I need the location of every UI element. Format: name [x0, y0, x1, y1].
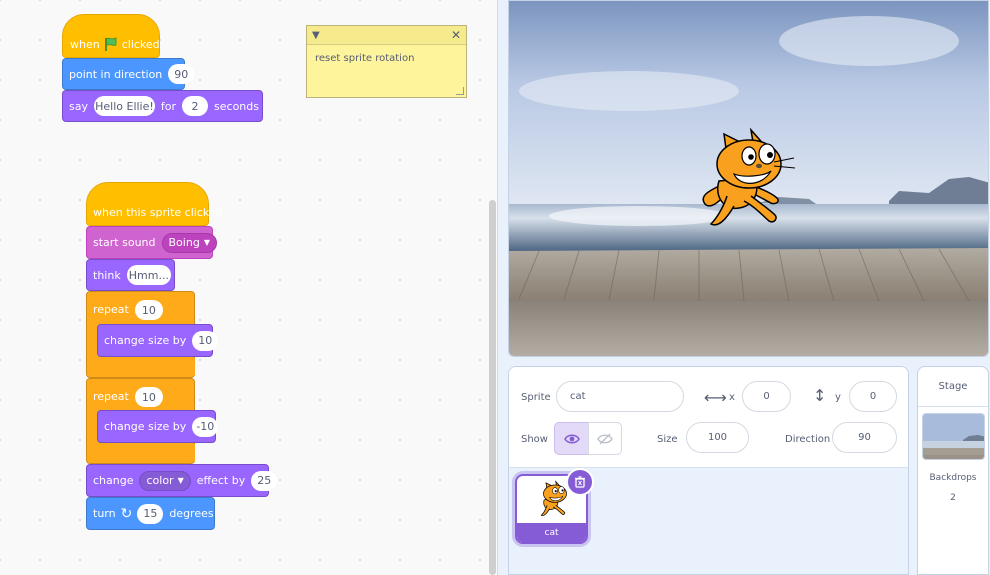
seconds-label: seconds — [214, 99, 259, 113]
y-label: y — [835, 392, 841, 403]
stage-pane-title: Stage — [918, 367, 988, 407]
change-size-label: change size by — [104, 334, 187, 347]
change-size-block[interactable]: change size by -10 — [97, 410, 219, 443]
delete-sprite-button[interactable] — [566, 468, 594, 496]
say-label: say — [69, 99, 88, 113]
show-label: Show — [521, 434, 548, 445]
comment-bar[interactable]: ▼ ✕ — [307, 26, 466, 45]
effect-by-label: effect by — [196, 474, 246, 487]
direction-input[interactable]: 90 — [168, 64, 195, 84]
say-for-seconds-block[interactable]: say Hello Ellie! for 2 seconds — [62, 90, 263, 122]
backdrops-label: Backdrops — [929, 473, 977, 483]
caret-down-icon: ▼ — [177, 476, 184, 485]
backdrops-count: 2 — [950, 493, 956, 503]
code-area-scrollbar[interactable] — [489, 200, 496, 575]
think-block[interactable]: think Hmm... — [86, 259, 175, 291]
show-visible-button[interactable] — [554, 422, 589, 455]
when-label: when — [70, 37, 100, 51]
horizontal-arrows-icon: ⟷ — [704, 388, 727, 407]
start-sound-label: start sound — [93, 236, 156, 249]
sound-dropdown[interactable]: Boing ▼ — [161, 232, 217, 253]
sprite-info-panel: Sprite cat ⟷ x 0 ↕ y 0 Show Size 100 Dir… — [509, 367, 908, 468]
sprite-tile-label: cat — [517, 523, 586, 542]
caret-down-icon: ▼ — [203, 238, 210, 247]
effect-dropdown[interactable]: color ▼ — [139, 470, 191, 491]
say-message-input[interactable]: Hello Ellie! — [93, 96, 155, 116]
script-comment[interactable]: ▼ ✕ reset sprite rotation — [306, 25, 467, 98]
start-sound-block[interactable]: start sound Boing ▼ — [86, 226, 217, 259]
change-effect-block[interactable]: change color ▼ effect by 25 — [86, 464, 278, 497]
close-icon[interactable]: ✕ — [451, 28, 461, 42]
change-label: change — [93, 474, 134, 487]
change-size-block[interactable]: change size by 10 — [97, 324, 219, 357]
resize-handle-icon[interactable] — [456, 87, 464, 95]
effect-value-input[interactable]: 25 — [251, 470, 278, 491]
when-sprite-clicked-label: when this sprite clicked — [93, 205, 223, 219]
stage[interactable] — [508, 0, 989, 357]
x-field[interactable]: 0 — [742, 381, 791, 412]
code-area[interactable]: when clicked point in direction 90 say H… — [0, 0, 498, 575]
green-flag-icon — [103, 36, 119, 52]
trash-icon — [575, 476, 585, 488]
think-label: think — [93, 268, 121, 282]
repeat-count-input[interactable]: 10 — [134, 387, 163, 407]
comment-text[interactable]: reset sprite rotation — [307, 45, 466, 72]
direction-label: Direction — [785, 434, 831, 445]
y-field[interactable]: 0 — [849, 381, 897, 412]
point-in-direction-block[interactable]: point in direction 90 — [62, 58, 195, 90]
vertical-arrows-icon: ↕ — [813, 386, 827, 405]
eye-icon — [563, 434, 580, 443]
clicked-label: clicked — [121, 37, 160, 51]
change-size-label: change size by — [104, 420, 187, 433]
size-field[interactable]: 100 — [686, 422, 749, 453]
collapse-icon[interactable]: ▼ — [312, 30, 320, 41]
change-size-input[interactable]: 10 — [192, 330, 219, 351]
x-label: x — [729, 392, 735, 403]
stage-backdrop — [509, 1, 988, 356]
rotate-right-icon: ↻ — [120, 505, 133, 522]
when-sprite-clicked-block[interactable]: when this sprite clicked — [86, 182, 223, 226]
when-flag-clicked-block[interactable]: when clicked — [62, 14, 160, 58]
stage-selector-pane[interactable]: Stage Backdrops 2 — [917, 366, 989, 575]
point-in-direction-label: point in direction — [69, 67, 163, 81]
turn-label: turn — [93, 507, 116, 520]
show-hidden-button[interactable] — [588, 422, 622, 455]
backdrop-thumbnail[interactable] — [922, 413, 985, 460]
turn-degrees-input[interactable]: 15 — [137, 503, 164, 524]
turn-block[interactable]: turn ↻ 15 degrees — [86, 497, 215, 530]
direction-field[interactable]: 90 — [832, 422, 897, 453]
sprite-label: Sprite — [521, 392, 551, 403]
degrees-label: degrees — [169, 507, 214, 520]
sprite-name-field[interactable]: cat — [556, 381, 684, 412]
scratch-editor: when clicked point in direction 90 say H… — [0, 0, 990, 575]
repeat-label: repeat — [93, 303, 129, 316]
repeat-count-input[interactable]: 10 — [134, 300, 163, 320]
size-label: Size — [657, 434, 678, 445]
repeat-label: repeat — [93, 390, 129, 403]
eye-hidden-icon — [597, 433, 613, 444]
for-label: for — [160, 99, 177, 113]
change-size-input[interactable]: -10 — [192, 416, 219, 437]
sprite-pane: Sprite cat ⟷ x 0 ↕ y 0 Show Size 100 Dir… — [508, 366, 909, 575]
say-seconds-input[interactable]: 2 — [182, 96, 209, 116]
think-input[interactable]: Hmm... — [126, 265, 171, 285]
